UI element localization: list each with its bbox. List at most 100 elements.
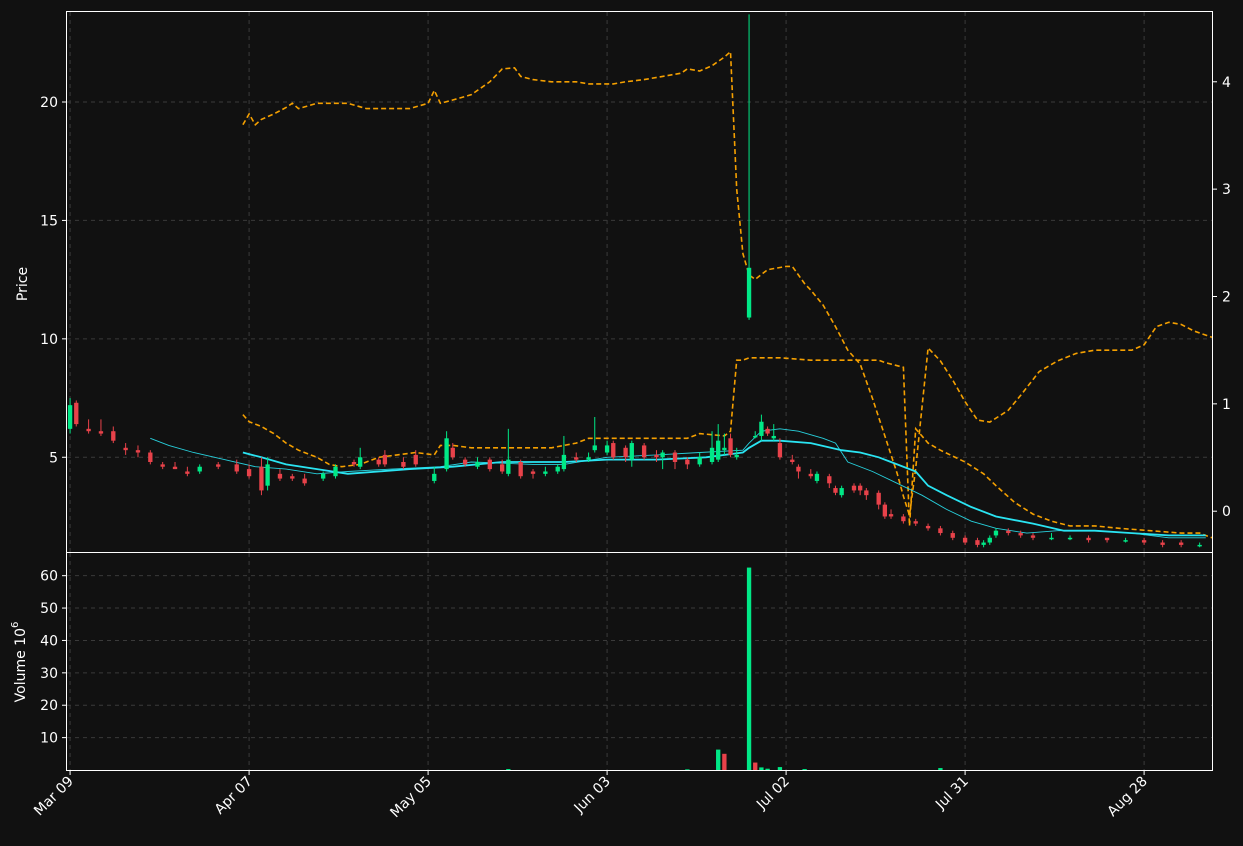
candle-body [592,445,597,451]
volume-y-tick-label: 60 [40,569,58,585]
candle-body [320,473,326,479]
candle-body [1123,540,1128,542]
candle-body [981,542,986,545]
candle-body [851,485,857,491]
candle-body [543,471,548,474]
candle-body [925,525,931,529]
candle-body [358,457,363,467]
volume-bar [722,753,727,770]
candle-body [734,454,739,458]
secondary-y-tick-label: 3 [1222,182,1231,198]
candle-body [728,438,733,455]
candle-body [660,452,665,458]
candle-body [475,462,480,467]
volume-bar [716,749,721,770]
candle-body [1006,530,1011,534]
candle-body [1067,537,1073,540]
candle-body [975,540,980,545]
candle-body [1086,537,1091,541]
candle-body [259,466,264,491]
candle-body [654,454,659,458]
candle-body [864,490,869,496]
candle-body [1178,542,1184,545]
candle-body [685,459,690,465]
candle-body [123,447,128,451]
candle-body [561,454,567,470]
volume-y-tick-label: 10 [40,731,58,747]
candle-body [586,457,591,460]
candle-body [771,435,776,439]
volume-bar [777,767,783,770]
candle-body [641,445,647,458]
candle-body [172,466,178,470]
volume-y-tick-label: 40 [40,633,58,649]
candle-body [759,421,764,436]
candle-body [1141,540,1147,543]
volume-bar [802,769,807,771]
candle-body [555,466,560,472]
price-y-tick-label: 15 [40,213,58,229]
volume-bar [938,768,943,770]
price-axis-label: Price [15,267,31,301]
candle-body [265,464,270,486]
figure-background [0,0,1243,842]
candle-body [876,492,881,505]
candle-body [401,462,406,467]
candle-body [462,459,468,465]
candle-body [808,473,813,477]
volume-axis-label-group: Volume 106 [10,622,29,703]
candle-body [111,431,116,441]
candle-body [697,457,702,465]
volume-bar [759,767,764,770]
candle-body [74,402,79,425]
secondary-y-tick-label: 2 [1222,289,1231,305]
candle-body [913,521,918,524]
candle-body [197,466,202,472]
candle-body [506,459,511,474]
candle-body [277,473,283,479]
candle-body [290,476,295,479]
candle-body [611,443,616,458]
chart-figure: 5 10 15 20 01234 10 20 30 40 50 60 Mar 09 Apr 07 M… [0,0,1243,842]
candle-body [814,473,820,481]
candle-body [753,435,758,438]
volume-axis-label: Volume 106 [10,622,29,703]
volume-bar [506,769,511,771]
candle-body [98,431,104,434]
price-y-tick-label: 5 [49,450,58,466]
candle-body [790,459,795,462]
candle-body [901,516,906,522]
candle-body [1030,535,1036,538]
candle-body [351,462,357,465]
volume-y-tick-label: 30 [40,666,58,682]
volume-y-tick-label: 20 [40,698,58,714]
candle-body [67,405,73,429]
candle-body [938,528,943,534]
candle-body [382,454,388,465]
secondary-y-tick-label: 1 [1222,397,1231,413]
candle-body [450,447,455,458]
candle-body [1104,537,1110,541]
candle-body [765,428,770,434]
candle-body [234,464,239,472]
candle-body [246,469,252,477]
candle-body [413,454,418,465]
volume-bar [765,768,770,770]
candle-body [888,514,894,517]
candle-body [746,267,752,318]
candle-body [777,443,783,458]
candle-body [185,471,190,474]
candle-body [716,440,721,460]
secondary-y-tick-label: 4 [1222,75,1231,91]
candle-body [333,466,338,477]
candle-body [518,462,523,477]
candle-body [623,447,628,458]
price-y-tick-label: 10 [40,332,58,348]
candle-body [604,445,610,453]
secondary-y-tick-label: 0 [1222,504,1231,520]
candle-body [160,464,165,467]
candle-body [1197,544,1202,547]
candle-body [858,485,863,491]
candle-body [148,452,153,462]
chart-canvas: 5101520 01234 102030405060 Mar 09 Apr 07 M… [0,0,1243,842]
